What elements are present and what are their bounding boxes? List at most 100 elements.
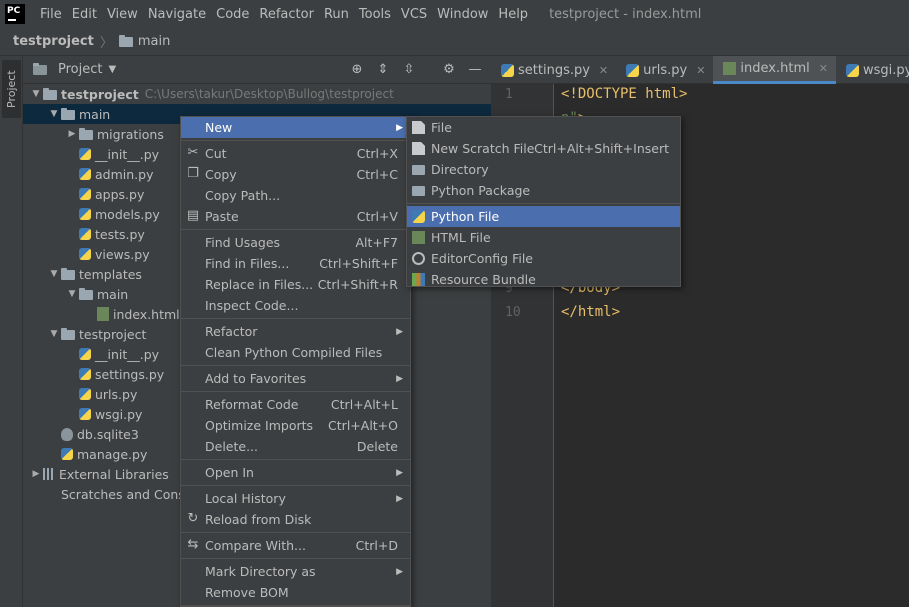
- copy-icon: ❐: [187, 166, 199, 181]
- chevron-right-icon[interactable]: ▶: [29, 469, 43, 479]
- menu-item-inspect-code[interactable]: Inspect Code...: [181, 295, 410, 316]
- code-token: <!DOCTYPE html>: [561, 86, 688, 102]
- python-file-icon: [79, 208, 91, 220]
- menu-item-copy[interactable]: ❐ Copy Ctrl+C: [181, 164, 410, 185]
- menu-item-replace-in-files[interactable]: Replace in Files... Ctrl+Shift+R: [181, 274, 410, 295]
- menu-code[interactable]: Code: [211, 7, 254, 22]
- submenu-item-editorconfig-file[interactable]: EditorConfig File: [407, 248, 680, 269]
- database-icon: [61, 427, 73, 441]
- menu-file[interactable]: File: [35, 7, 67, 22]
- submenu-item-python-file[interactable]: Python File: [407, 206, 680, 227]
- python-file-icon: [79, 348, 91, 360]
- menu-item-shortcut: Ctrl+D: [355, 538, 398, 553]
- project-tool-tab[interactable]: Project: [2, 60, 21, 118]
- tree-item-label: index.html: [113, 306, 180, 322]
- menu-item-clean-python-compiled-files[interactable]: Clean Python Compiled Files: [181, 342, 410, 363]
- menu-run[interactable]: Run: [319, 7, 354, 22]
- tab-index-html[interactable]: index.html ✕: [713, 56, 836, 84]
- submenu-item-directory[interactable]: Directory: [407, 159, 680, 180]
- menu-item-shortcut: Ctrl+C: [356, 167, 398, 182]
- tab-label: wsgi.py: [862, 62, 909, 78]
- python-file-icon: [79, 168, 91, 180]
- menu-item-remove-bom[interactable]: Remove BOM: [181, 582, 410, 603]
- menu-refactor[interactable]: Refactor: [254, 7, 319, 22]
- close-icon[interactable]: ✕: [819, 62, 828, 75]
- menu-item-label: Clean Python Compiled Files: [205, 345, 383, 360]
- menu-item-local-history[interactable]: Local History ▶: [181, 488, 410, 509]
- menu-vcs[interactable]: VCS: [396, 7, 432, 22]
- menu-tools[interactable]: Tools: [354, 7, 396, 22]
- menu-item-mark-directory-as[interactable]: Mark Directory as ▶: [181, 561, 410, 582]
- menu-item-compare-with[interactable]: ⇆ Compare With... Ctrl+D: [181, 535, 410, 556]
- tree-item-label: db.sqlite3: [77, 426, 139, 442]
- close-icon[interactable]: ✕: [696, 64, 705, 77]
- menu-item-copy-path[interactable]: Copy Path...: [181, 185, 410, 206]
- menu-item-find-in-files[interactable]: Find in Files... Ctrl+Shift+F: [181, 253, 410, 274]
- tree-item[interactable]: ▼ testproject C:\Users\takur\Desktop\Bullo…: [23, 84, 491, 104]
- menu-item-add-to-favorites[interactable]: Add to Favorites ▶: [181, 368, 410, 389]
- chevron-down-icon[interactable]: ▼: [47, 269, 61, 279]
- expand-all-icon[interactable]: ⇕: [375, 60, 391, 78]
- submenu-item-new-scratch-file[interactable]: New Scratch File Ctrl+Alt+Shift+Insert: [407, 138, 680, 159]
- menu-navigate[interactable]: Navigate: [143, 7, 211, 22]
- submenu-item-resource-bundle[interactable]: Resource Bundle: [407, 269, 680, 290]
- tree-item-label: migrations: [97, 126, 164, 142]
- menu-item-refactor[interactable]: Refactor ▶: [181, 321, 410, 342]
- tree-item-path: C:\Users\takur\Desktop\Bullog\testprojec…: [144, 87, 394, 101]
- menu-item-label: Find Usages: [205, 235, 281, 250]
- project-view-selector[interactable]: Project: [58, 62, 102, 77]
- menu-item-reload-from-disk[interactable]: ↻ Reload from Disk: [181, 509, 410, 530]
- chevron-right-icon: ▶: [396, 467, 403, 478]
- close-icon[interactable]: ✕: [599, 64, 608, 77]
- chevron-down-icon[interactable]: ▼: [108, 64, 116, 75]
- submenu-item-html-file[interactable]: HTML File: [407, 227, 680, 248]
- package-icon: [412, 186, 425, 196]
- folder-icon: [79, 288, 93, 300]
- chevron-down-icon[interactable]: ▼: [29, 89, 43, 99]
- submenu-item-python-package[interactable]: Python Package: [407, 180, 680, 201]
- menu-item-label: Inspect Code...: [205, 298, 299, 313]
- menu-item-label: Replace in Files...: [205, 277, 314, 292]
- chevron-down-icon[interactable]: ▼: [65, 289, 79, 299]
- chevron-down-icon[interactable]: ▼: [47, 109, 61, 119]
- submenu-item-file[interactable]: File: [407, 117, 680, 138]
- menu-item-reformat-code[interactable]: Reformat Code Ctrl+Alt+L: [181, 394, 410, 415]
- menu-item-optimize-imports[interactable]: Optimize Imports Ctrl+Alt+O: [181, 415, 410, 436]
- tree-item-label: templates: [79, 266, 142, 282]
- menu-item-delete[interactable]: Delete... Delete: [181, 436, 410, 457]
- breadcrumb-folder[interactable]: main: [138, 34, 170, 49]
- menu-view[interactable]: View: [102, 7, 143, 22]
- tab-wsgi-py[interactable]: wsgi.py✕: [836, 56, 909, 84]
- menu-help[interactable]: Help: [493, 7, 533, 22]
- chevron-down-icon[interactable]: ▼: [47, 329, 61, 339]
- chevron-right-icon: ▶: [396, 326, 403, 337]
- tree-item-label: External Libraries: [59, 466, 169, 482]
- chevron-right-icon[interactable]: ▶: [65, 129, 79, 139]
- python-file-icon: [501, 63, 514, 77]
- submenu-item-shortcut: Ctrl+Alt+Shift+Insert: [534, 141, 669, 156]
- menu-item-find-usages[interactable]: Find Usages Alt+F7: [181, 232, 410, 253]
- hide-icon[interactable]: —: [467, 60, 483, 78]
- submenu-item-label: File: [431, 120, 452, 135]
- menu-separator: [181, 483, 410, 486]
- project-panel-header: Project ▼ ⊕ ⇕ ⇳ ⚙ —: [23, 56, 491, 84]
- python-file-icon: [412, 210, 425, 223]
- menu-item-open-in[interactable]: Open In ▶: [181, 462, 410, 483]
- locate-icon[interactable]: ⊕: [349, 60, 365, 78]
- menu-item-cut[interactable]: ✂ Cut Ctrl+X: [181, 143, 410, 164]
- tab-urls-py[interactable]: urls.py ✕: [616, 56, 713, 84]
- menu-item-paste[interactable]: ▤ Paste Ctrl+V: [181, 206, 410, 227]
- menu-item-label: Copy Path...: [205, 188, 281, 203]
- breadcrumb-project[interactable]: testproject: [13, 34, 94, 49]
- gear-icon[interactable]: ⚙: [441, 60, 457, 78]
- menu-item-new[interactable]: New ▶: [181, 117, 410, 138]
- menu-edit[interactable]: Edit: [67, 7, 102, 22]
- folder-icon: [412, 165, 425, 175]
- python-file-icon: [79, 228, 91, 240]
- menu-window[interactable]: Window: [432, 7, 493, 22]
- menu-item-label: Find in Files...: [205, 256, 290, 271]
- submenu-item-label: Directory: [431, 162, 489, 177]
- tree-item-label: main: [97, 286, 129, 302]
- collapse-all-icon[interactable]: ⇳: [401, 60, 417, 78]
- tab-settings-py[interactable]: settings.py ✕: [491, 56, 616, 84]
